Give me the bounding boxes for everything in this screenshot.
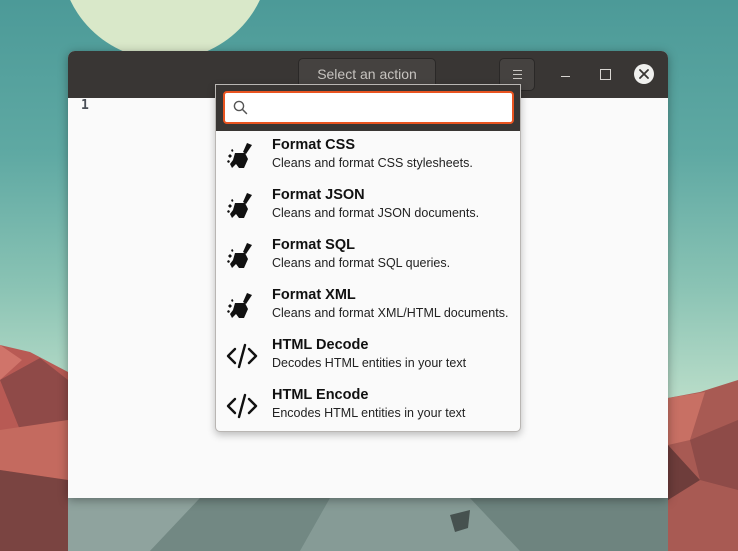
close-icon [639,69,649,79]
broom-icon [227,293,252,318]
action-description: Encodes HTML entities in your text [272,406,466,420]
action-list: Format CSS Cleans and format CSS stylesh… [216,131,520,431]
action-popover: Format CSS Cleans and format CSS stylesh… [215,84,521,432]
line-number: 1 [81,98,89,113]
code-icon [226,343,258,369]
action-name: Format JSON [272,187,365,203]
search-input[interactable] [255,96,507,119]
broom-icon [227,193,252,218]
code-icon [226,393,258,419]
popover-header [216,85,520,131]
minimize-button[interactable] [555,63,577,85]
action-item-format-css[interactable]: Format CSS Cleans and format CSS stylesh… [216,131,520,181]
close-button[interactable] [634,64,654,84]
action-item-html-decode[interactable]: HTML Decode Decodes HTML entities in you… [216,331,520,381]
action-item-format-xml[interactable]: Format XML Cleans and format XML/HTML do… [216,281,520,331]
maximize-button[interactable] [594,63,616,85]
action-item-format-json[interactable]: Format JSON Cleans and format JSON docum… [216,181,520,231]
action-item-html-encode[interactable]: HTML Encode Encodes HTML entities in you… [216,381,520,431]
action-description: Cleans and format CSS stylesheets. [272,156,473,170]
action-description: Cleans and format XML/HTML documents. [272,306,509,320]
action-name: Format XML [272,287,356,303]
action-description: Cleans and format SQL queries. [272,256,451,270]
action-description: Cleans and format JSON documents. [272,206,480,220]
action-name: HTML Encode [272,387,369,403]
action-item-format-sql[interactable]: Format SQL Cleans and format SQL queries… [216,231,520,281]
search-icon [233,100,248,115]
broom-icon [227,143,252,168]
search-box[interactable] [223,91,514,124]
action-name: Format CSS [272,137,355,153]
action-name: HTML Decode [272,337,369,353]
hamburger-icon [513,70,522,79]
action-name: Format SQL [272,237,355,253]
broom-icon [227,243,252,268]
action-description: Decodes HTML entities in your text [272,356,467,370]
